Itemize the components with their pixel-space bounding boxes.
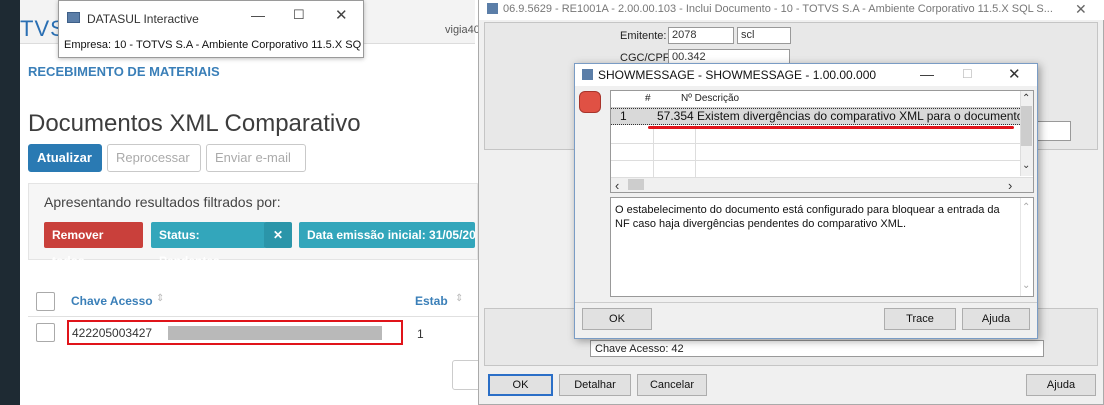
close-icon[interactable]: ✕: [335, 6, 348, 24]
remove-all-filters-button[interactable]: Remover todos: [44, 222, 143, 268]
detail-button[interactable]: Detalhar: [559, 374, 631, 396]
maximize-icon[interactable]: ☐: [293, 7, 305, 23]
window-app-icon: [582, 69, 593, 80]
sort-icon[interactable]: ⇕: [156, 293, 164, 304]
section-title: RECEBIMENTO DE MATERIAIS: [28, 64, 220, 79]
column-header-access-key[interactable]: Chave Acesso: [71, 294, 153, 308]
scroll-down-icon[interactable]: ⌄: [1022, 160, 1030, 171]
select-all-checkbox[interactable]: [36, 292, 55, 311]
grid-header: [611, 91, 1020, 108]
dialog-title: SHOWMESSAGE - SHOWMESSAGE - 1.00.00.000: [598, 68, 877, 82]
company-label: Empresa: 10 - TOTVS S.A - Ambiente Corpo…: [64, 39, 362, 51]
cancel-button[interactable]: Cancelar: [637, 374, 707, 396]
scroll-up-icon[interactable]: ⌃: [1022, 202, 1030, 213]
ok-button[interactable]: OK: [488, 374, 553, 396]
scroll-up-icon[interactable]: ⌃: [1022, 93, 1030, 104]
reprocess-button[interactable]: Reprocessar: [107, 144, 201, 172]
window-app-icon: [67, 12, 80, 23]
status-filter-tag: Status: Pendentes: [151, 222, 266, 268]
estab-cell: 1: [417, 327, 424, 341]
row-checkbox[interactable]: [36, 323, 55, 342]
help-button[interactable]: Ajuda: [1026, 374, 1096, 396]
grid-header-number: #: [645, 93, 651, 104]
ok-button[interactable]: OK: [582, 308, 652, 330]
minimize-icon[interactable]: —: [251, 7, 265, 23]
close-icon[interactable]: ✕: [1075, 1, 1087, 18]
grid-row-line: [611, 143, 1020, 144]
message-detail-text: O estabelecimento do documento está conf…: [615, 204, 1000, 230]
dialog-title: 06.9.5629 - RE1001A - 2.00.00.103 - Incl…: [503, 3, 1053, 15]
column-header-estab[interactable]: Estab: [415, 294, 448, 308]
status-filter-close-icon[interactable]: ✕: [264, 222, 292, 248]
trace-button[interactable]: Trace: [884, 308, 956, 330]
scrollbar-thumb[interactable]: [1021, 106, 1032, 146]
maximize-icon: ☐: [962, 67, 973, 81]
emitente-name-field[interactable]: scl: [737, 27, 791, 44]
page-title: Documentos XML Comparativo: [28, 110, 361, 137]
grid-row-line: [611, 160, 1020, 161]
send-email-button[interactable]: Enviar e-mail: [206, 144, 306, 172]
filter-heading: Apresentando resultados filtrados por:: [44, 194, 281, 210]
scrollbar-thumb[interactable]: [628, 179, 644, 190]
help-button[interactable]: Ajuda: [962, 308, 1030, 330]
redacted-mask: [168, 326, 382, 340]
highlight-underline: [648, 126, 1014, 129]
sort-icon[interactable]: ⇕: [455, 293, 463, 304]
access-key-field[interactable]: Chave Acesso: 42: [590, 340, 1044, 357]
table-divider: [28, 316, 478, 317]
emitente-label: Emitente:: [620, 30, 667, 42]
scroll-left-icon[interactable]: ‹: [615, 178, 619, 193]
horizontal-scrollbar[interactable]: [611, 177, 1033, 192]
row-number: 1: [620, 109, 627, 123]
window-app-icon: [487, 3, 498, 14]
datasul-window: DATASUL Interactive — ☐ ✕ Empresa: 10 - …: [58, 0, 364, 58]
scroll-down-icon[interactable]: ⌄: [1022, 280, 1030, 291]
update-button[interactable]: Atualizar: [28, 144, 102, 172]
close-icon[interactable]: ✕: [1008, 65, 1021, 83]
access-key-cell: 422205003427: [72, 326, 153, 340]
left-dark-sidebar: [0, 0, 20, 405]
date-filter-tag: Data emissão inicial: 31/05/2022: [299, 222, 475, 248]
grid-header-description: Nº Descrição: [681, 93, 740, 104]
minimize-icon[interactable]: —: [920, 66, 934, 82]
side-field[interactable]: [1036, 121, 1071, 141]
error-stop-icon: [579, 91, 601, 113]
emitente-field[interactable]: 2078: [668, 27, 734, 44]
row-description: 57.354 Existem divergências do comparati…: [657, 109, 1020, 123]
scroll-right-icon[interactable]: ›: [1008, 178, 1012, 193]
window-title: DATASUL Interactive: [87, 12, 199, 26]
